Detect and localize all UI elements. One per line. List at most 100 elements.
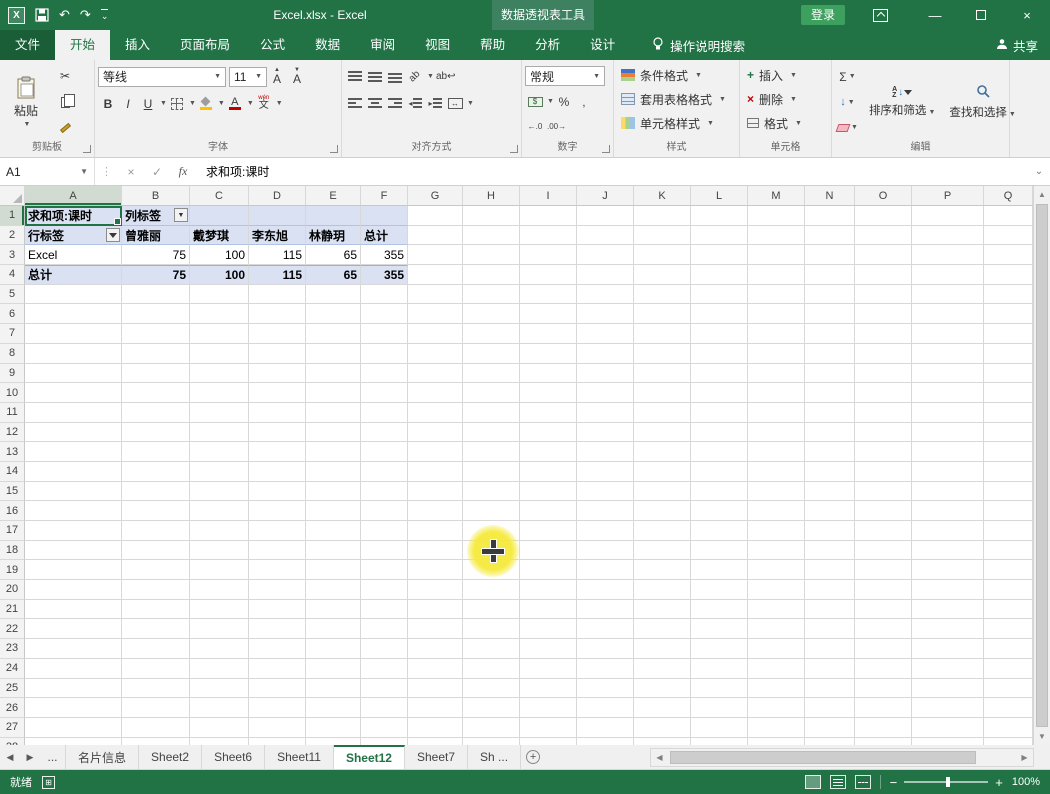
cell-A4[interactable]: 总计 <box>25 265 122 285</box>
cell-K8[interactable] <box>634 344 691 364</box>
underline-dropdown-icon[interactable]: ▼ <box>160 100 167 107</box>
cell-K18[interactable] <box>634 541 691 561</box>
cell-K3[interactable] <box>634 245 691 265</box>
sheet-tab-sheet11[interactable]: Sheet11 <box>265 745 334 769</box>
column-header-P[interactable]: P <box>912 186 984 205</box>
horizontal-scroll-thumb[interactable] <box>670 751 976 764</box>
tab-page-layout[interactable]: 页面布局 <box>165 30 245 60</box>
cell-E4[interactable]: 65 <box>306 265 361 285</box>
cell-L3[interactable] <box>691 245 748 265</box>
cell-N17[interactable] <box>805 521 855 541</box>
cell-G15[interactable] <box>408 482 463 502</box>
number-dialog-launcher[interactable] <box>602 145 610 153</box>
cell-F18[interactable] <box>361 541 408 561</box>
cell-L2[interactable] <box>691 226 748 246</box>
name-box-dropdown-icon[interactable]: ▼ <box>80 167 88 176</box>
cell-A12[interactable] <box>25 423 122 443</box>
cell-F8[interactable] <box>361 344 408 364</box>
cell-M24[interactable] <box>748 659 805 679</box>
cell-D2[interactable]: 李东旭 <box>249 226 306 246</box>
cell-F27[interactable] <box>361 718 408 738</box>
cell-I28[interactable] <box>520 738 577 745</box>
cell-O7[interactable] <box>855 324 912 344</box>
cell-N24[interactable] <box>805 659 855 679</box>
cell-B17[interactable] <box>122 521 190 541</box>
cell-E27[interactable] <box>306 718 361 738</box>
fill-color-icon[interactable] <box>196 93 216 114</box>
cell-O25[interactable] <box>855 679 912 699</box>
cell-M26[interactable] <box>748 698 805 718</box>
scroll-down-icon[interactable]: ▼ <box>1034 728 1050 745</box>
cell-K6[interactable] <box>634 304 691 324</box>
cell-P1[interactable] <box>912 206 984 226</box>
redo-icon[interactable]: ↷ <box>80 7 91 23</box>
cell-G10[interactable] <box>408 383 463 403</box>
cell-O15[interactable] <box>855 482 912 502</box>
cell-C3[interactable]: 100 <box>190 245 249 265</box>
cell-K7[interactable] <box>634 324 691 344</box>
cell-C1[interactable] <box>190 206 249 226</box>
column-header-L[interactable]: L <box>691 186 748 205</box>
cell-K15[interactable] <box>634 482 691 502</box>
cell-J8[interactable] <box>577 344 634 364</box>
cell-P12[interactable] <box>912 423 984 443</box>
share-button[interactable]: 共享 <box>984 30 1050 60</box>
cell-G9[interactable] <box>408 364 463 384</box>
column-header-J[interactable]: J <box>577 186 634 205</box>
cell-I20[interactable] <box>520 580 577 600</box>
cell-D26[interactable] <box>249 698 306 718</box>
cell-J17[interactable] <box>577 521 634 541</box>
cell-C13[interactable] <box>190 442 249 462</box>
cell-H8[interactable] <box>463 344 520 364</box>
accessibility-icon[interactable]: ⊞ <box>42 776 55 789</box>
column-header-O[interactable]: O <box>855 186 912 205</box>
vertical-scrollbar[interactable]: ▲ ▼ <box>1033 186 1050 745</box>
cell-M23[interactable] <box>748 639 805 659</box>
cell-B21[interactable] <box>122 600 190 620</box>
cell-B13[interactable] <box>122 442 190 462</box>
cell-K28[interactable] <box>634 738 691 745</box>
cancel-icon[interactable]: × <box>118 158 144 185</box>
cell-E14[interactable] <box>306 462 361 482</box>
cell-D18[interactable] <box>249 541 306 561</box>
cell-P5[interactable] <box>912 285 984 305</box>
copy-icon[interactable] <box>55 92 75 113</box>
cell-N5[interactable] <box>805 285 855 305</box>
cell-D22[interactable] <box>249 619 306 639</box>
cell-J10[interactable] <box>577 383 634 403</box>
cell-M8[interactable] <box>748 344 805 364</box>
cell-A25[interactable] <box>25 679 122 699</box>
cell-J4[interactable] <box>577 265 634 285</box>
cell-F12[interactable] <box>361 423 408 443</box>
cell-Q1[interactable] <box>984 206 1033 226</box>
cell-A3[interactable]: Excel <box>25 245 122 265</box>
cell-Q23[interactable] <box>984 639 1033 659</box>
cell-B5[interactable] <box>122 285 190 305</box>
currency-dropdown-icon[interactable]: ▼ <box>547 98 554 105</box>
phonetic-dropdown-icon[interactable]: ▼ <box>276 100 283 107</box>
cell-D9[interactable] <box>249 364 306 384</box>
sheet-nav-right-icon[interactable]: ▶ <box>20 745 40 769</box>
cell-L4[interactable] <box>691 265 748 285</box>
cell-L27[interactable] <box>691 718 748 738</box>
cell-Q24[interactable] <box>984 659 1033 679</box>
cell-Q6[interactable] <box>984 304 1033 324</box>
cell-K9[interactable] <box>634 364 691 384</box>
cell-Q16[interactable] <box>984 501 1033 521</box>
cell-K12[interactable] <box>634 423 691 443</box>
tab-pivottable-design[interactable]: 设计 <box>575 30 630 60</box>
cell-C19[interactable] <box>190 560 249 580</box>
cell-A20[interactable] <box>25 580 122 600</box>
cell-I2[interactable] <box>520 226 577 246</box>
column-header-Q[interactable]: Q <box>984 186 1033 205</box>
cell-H25[interactable] <box>463 679 520 699</box>
cell-K2[interactable] <box>634 226 691 246</box>
cell-I5[interactable] <box>520 285 577 305</box>
cell-C12[interactable] <box>190 423 249 443</box>
cell-Q11[interactable] <box>984 403 1033 423</box>
cell-J22[interactable] <box>577 619 634 639</box>
cell-C7[interactable] <box>190 324 249 344</box>
enter-icon[interactable]: ✓ <box>144 158 170 185</box>
cell-F3[interactable]: 355 <box>361 245 408 265</box>
bold-button[interactable]: B <box>98 93 118 114</box>
